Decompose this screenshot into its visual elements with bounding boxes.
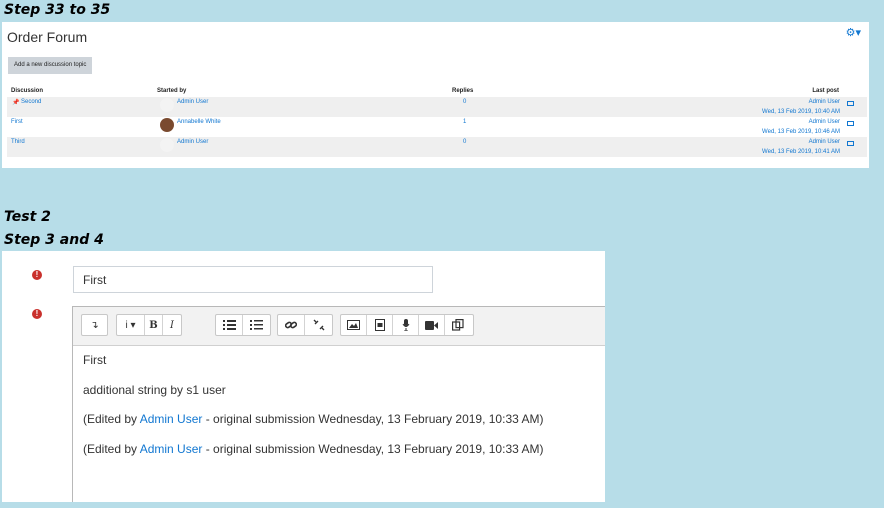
bold-button[interactable]: B bbox=[145, 315, 163, 335]
replies-link[interactable]: 0 bbox=[463, 99, 466, 105]
content-line: additional string by s1 user bbox=[83, 383, 226, 397]
replies-link[interactable]: 1 bbox=[463, 119, 466, 125]
test-caption: Test 2 bbox=[4, 209, 51, 225]
envelope-icon[interactable] bbox=[847, 141, 854, 146]
editor-toolbar: ↴ i ▾ B I bbox=[73, 307, 605, 346]
author-link[interactable]: Admin User bbox=[177, 99, 208, 105]
last-post-date-link[interactable]: Wed, 13 Feb 2019, 10:40 AM bbox=[762, 109, 840, 115]
envelope-icon[interactable] bbox=[847, 121, 854, 126]
discussion-link[interactable]: First bbox=[11, 119, 23, 125]
edit-note-prefix: (Edited by bbox=[83, 442, 140, 456]
forum-panel: Order Forum ⚙▾ Add a new discussion topi… bbox=[2, 22, 869, 168]
column-header-discussion: Discussion bbox=[11, 88, 44, 94]
video-camera-icon[interactable] bbox=[419, 315, 445, 335]
edit-note-suffix: - original submission Wednesday, 13 Febr… bbox=[202, 412, 544, 426]
microphone-icon[interactable] bbox=[393, 315, 419, 335]
gear-icon[interactable]: ⚙▾ bbox=[846, 26, 861, 39]
avatar bbox=[160, 118, 174, 132]
step-caption-1: Step 33 to 35 bbox=[4, 2, 111, 18]
toolbar-toggle-button[interactable]: ↴ bbox=[82, 315, 107, 335]
pin-icon: 📌 bbox=[12, 100, 20, 106]
column-header-last-post: Last post bbox=[812, 88, 839, 94]
edit-note-prefix: (Edited by bbox=[83, 412, 140, 426]
content-line: First bbox=[83, 353, 107, 367]
required-error-icon: ! bbox=[32, 270, 42, 280]
subject-input[interactable] bbox=[73, 266, 433, 293]
ordered-list-icon[interactable] bbox=[243, 315, 270, 335]
manage-files-icon[interactable] bbox=[445, 315, 471, 335]
last-post-user-link[interactable]: Admin User bbox=[809, 99, 840, 105]
add-discussion-button[interactable]: Add a new discussion topic bbox=[8, 57, 93, 74]
author-link[interactable]: Annabelle White bbox=[177, 119, 221, 125]
step-caption-2: Step 3 and 4 bbox=[4, 232, 104, 248]
last-post-user-link[interactable]: Admin User bbox=[809, 119, 840, 125]
avatar bbox=[160, 98, 174, 112]
edit-note-suffix: - original submission Wednesday, 13 Febr… bbox=[202, 442, 544, 456]
table-row: Third Admin User 0 Admin User Wed, 13 Fe… bbox=[7, 137, 867, 157]
media-icon[interactable] bbox=[367, 315, 393, 335]
edit-post-panel: ! ! ↴ i ▾ B I bbox=[2, 251, 605, 502]
last-post-date-link[interactable]: Wed, 13 Feb 2019, 10:46 AM bbox=[762, 129, 840, 135]
column-header-replies: Replies bbox=[452, 88, 474, 94]
unlink-icon[interactable] bbox=[305, 315, 332, 335]
envelope-icon[interactable] bbox=[847, 101, 854, 106]
link-icon[interactable] bbox=[278, 315, 305, 335]
column-header-started-by: Started by bbox=[157, 88, 187, 94]
table-row: 📌 Second Admin User 0 Admin User Wed, 13… bbox=[7, 97, 867, 117]
italic-button[interactable]: I bbox=[163, 315, 181, 335]
last-post-user-link[interactable]: Admin User bbox=[809, 139, 840, 145]
admin-user-link[interactable]: Admin User bbox=[140, 442, 203, 456]
edit-note: (Edited by Admin User - original submiss… bbox=[83, 442, 543, 456]
author-link[interactable]: Admin User bbox=[177, 139, 208, 145]
paragraph-styles-button[interactable]: i ▾ bbox=[117, 315, 145, 335]
unordered-list-icon[interactable] bbox=[216, 315, 243, 335]
admin-user-link[interactable]: Admin User bbox=[140, 412, 203, 426]
discussion-link[interactable]: Second bbox=[21, 99, 41, 105]
required-error-icon: ! bbox=[32, 309, 42, 319]
image-icon[interactable] bbox=[341, 315, 367, 335]
message-editor[interactable]: ↴ i ▾ B I First additional string by s1 … bbox=[72, 306, 605, 502]
last-post-date-link[interactable]: Wed, 13 Feb 2019, 10:41 AM bbox=[762, 149, 840, 155]
edit-note: (Edited by Admin User - original submiss… bbox=[83, 412, 543, 426]
table-row: First Annabelle White 1 Admin User Wed, … bbox=[7, 117, 867, 137]
avatar bbox=[160, 138, 174, 152]
discussion-link[interactable]: Third bbox=[11, 139, 25, 145]
forum-title: Order Forum bbox=[7, 29, 88, 45]
replies-link[interactable]: 0 bbox=[463, 139, 466, 145]
